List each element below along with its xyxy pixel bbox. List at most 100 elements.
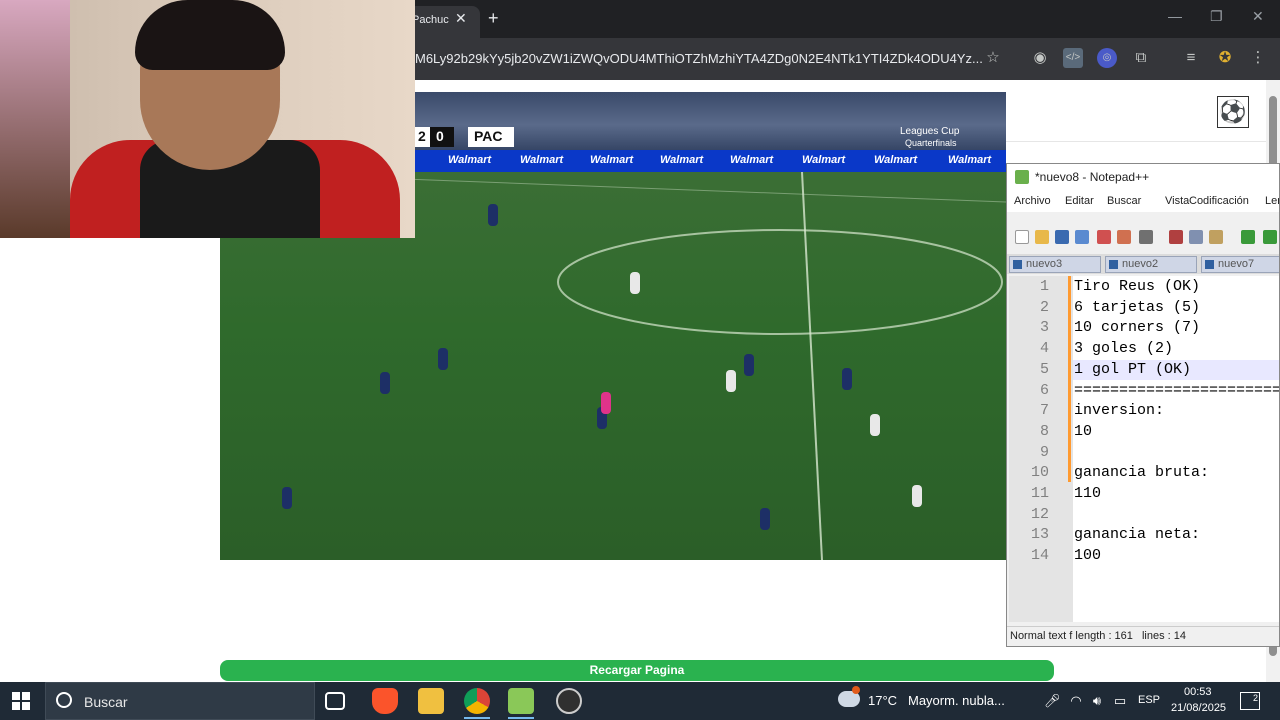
save-all-icon[interactable] <box>1075 230 1089 244</box>
player <box>726 370 736 392</box>
reload-page-button[interactable]: Recargar Pagina <box>220 660 1054 681</box>
code-line[interactable]: 110 <box>1074 485 1101 502</box>
camera-icon[interactable]: ◉ <box>1030 48 1050 68</box>
line-number: 11 <box>1030 485 1049 502</box>
file-explorer-icon[interactable] <box>418 688 444 714</box>
brave-browser-icon[interactable] <box>372 688 398 714</box>
minimize-icon[interactable]: — <box>1168 8 1182 24</box>
notepad-tabs: nuevo3 nuevo2 nuevo7 <box>1007 254 1279 274</box>
cut-icon[interactable] <box>1169 230 1183 244</box>
notepad-plus-plus-icon[interactable] <box>508 688 534 714</box>
new-tab-icon[interactable]: + <box>488 8 499 29</box>
menu-buscar[interactable]: Buscar <box>1107 195 1141 207</box>
task-view-icon[interactable] <box>325 692 345 710</box>
menu-editar[interactable]: Editar <box>1065 195 1094 207</box>
code-line[interactable]: inversion: <box>1074 402 1164 419</box>
menu-codificacion[interactable]: Codificación <box>1189 195 1249 207</box>
code-line[interactable]: 10 corners (7) <box>1074 319 1200 336</box>
code-line[interactable]: 10 <box>1074 423 1092 440</box>
weather-desc[interactable]: Mayorm. nubla... <box>908 693 1005 708</box>
player <box>282 487 292 509</box>
close-file-icon[interactable] <box>1097 230 1111 244</box>
ad-text: Walmart <box>590 154 634 166</box>
notification-count: 2 <box>1252 693 1258 703</box>
ad-text: Walmart <box>802 154 846 166</box>
microphone-icon[interactable]: 🎤︎ <box>1044 693 1061 709</box>
wifi-icon[interactable]: ◠ <box>1068 693 1084 709</box>
tab-nuevo7[interactable]: nuevo7 <box>1201 256 1279 273</box>
ad-text: Walmart <box>948 154 992 166</box>
extension-search-icon[interactable]: ◎ <box>1097 48 1117 68</box>
chrome-icon[interactable] <box>464 688 490 714</box>
clock-time[interactable]: 00:53 <box>1184 686 1212 698</box>
status-lines: lines : 14 <box>1141 630 1187 642</box>
ad-text: Walmart <box>448 154 492 166</box>
new-file-icon[interactable] <box>1015 230 1029 244</box>
close-tab-icon[interactable]: ✕ <box>455 10 467 27</box>
line-number: 7 <box>1039 402 1049 420</box>
code-line[interactable]: 6 tarjetas (5) <box>1074 299 1200 316</box>
language-indicator[interactable]: ESP <box>1138 694 1160 706</box>
battery-icon[interactable]: ▭ <box>1112 693 1128 709</box>
print-icon[interactable] <box>1139 230 1153 244</box>
player <box>630 272 640 294</box>
competition-name: Leagues Cup <box>900 126 960 137</box>
restore-icon[interactable]: ❐ <box>1210 8 1223 25</box>
code-line[interactable]: Tiro Reus (OK) <box>1074 278 1200 295</box>
notepad-title: *nuevo8 - Notepad++ <box>1035 170 1150 184</box>
redo-icon[interactable] <box>1263 230 1277 244</box>
notepad-titlebar[interactable]: *nuevo8 - Notepad++ <box>1007 164 1279 192</box>
team-abbr: PAC <box>468 127 514 147</box>
menu-kebab-icon[interactable]: ⋮ <box>1248 48 1268 68</box>
close-window-icon[interactable]: ✕ <box>1252 8 1264 25</box>
save-icon[interactable] <box>1055 230 1069 244</box>
active-app-indicator <box>464 717 490 719</box>
code-line[interactable]: ganancia bruta: <box>1074 464 1209 481</box>
weather-temp[interactable]: 17°C <box>868 693 897 708</box>
code-line[interactable]: 1 gol PT (OK) <box>1074 361 1191 378</box>
active-app-indicator <box>508 717 534 719</box>
menu-lenguaje[interactable]: Len <box>1265 195 1279 207</box>
code-line[interactable]: ganancia neta: <box>1074 526 1200 543</box>
close-all-icon[interactable] <box>1117 230 1131 244</box>
player <box>842 368 852 390</box>
status-file-type: Normal text f <box>1010 630 1073 642</box>
search-icon <box>56 692 72 708</box>
player <box>760 508 770 530</box>
line-number: 10 <box>1030 464 1049 482</box>
code-line[interactable]: ========================= <box>1074 382 1279 399</box>
code-line[interactable]: 3 goles (2) <box>1074 340 1173 357</box>
taskbar-search-box[interactable]: Buscar <box>45 682 315 720</box>
paste-icon[interactable] <box>1209 230 1223 244</box>
media-playlist-icon[interactable]: ≡ <box>1181 48 1201 68</box>
notepad-editor[interactable]: 1 Tiro Reus (OK) 2 6 tarjetas (5) 3 10 corner… <box>1009 276 1279 622</box>
code-line[interactable]: 100 <box>1074 547 1101 564</box>
player <box>380 372 390 394</box>
notification-center-icon[interactable]: 2 <box>1240 692 1260 710</box>
weather-alert-icon <box>852 686 860 694</box>
copy-icon[interactable] <box>1189 230 1203 244</box>
webcam-background-shelf <box>0 0 70 238</box>
ad-text: Walmart <box>520 154 564 166</box>
notepad-toolbar <box>1007 226 1279 250</box>
extensions-puzzle-icon[interactable]: ⧉ <box>1131 48 1151 68</box>
soccer-ball-icon[interactable]: ⚽ <box>1217 96 1249 128</box>
menu-archivo[interactable]: Archivo <box>1014 195 1051 207</box>
obs-studio-icon[interactable] <box>556 688 582 714</box>
address-bar[interactable]: M6Ly92b29kYy5jb20vZW1iZWQvODU4MThiOTZhMz… <box>415 51 983 66</box>
menu-vista[interactable]: Vista <box>1165 195 1189 207</box>
open-file-icon[interactable] <box>1035 230 1049 244</box>
bookmark-star-icon[interactable]: ☆ <box>983 48 1003 68</box>
player <box>912 485 922 507</box>
player <box>488 204 498 226</box>
volume-icon[interactable]: 🔊︎ <box>1089 693 1105 709</box>
extension-code-icon[interactable]: </> <box>1063 48 1083 68</box>
tab-nuevo3[interactable]: nuevo3 <box>1009 256 1101 273</box>
windows-start-icon[interactable] <box>12 692 30 710</box>
tab-nuevo2[interactable]: nuevo2 <box>1105 256 1197 273</box>
line-number: 8 <box>1039 422 1049 440</box>
clock-date[interactable]: 21/08/2025 <box>1171 702 1226 714</box>
referee <box>601 392 611 414</box>
profile-avatar-icon[interactable]: ✪ <box>1215 48 1235 68</box>
undo-icon[interactable] <box>1241 230 1255 244</box>
